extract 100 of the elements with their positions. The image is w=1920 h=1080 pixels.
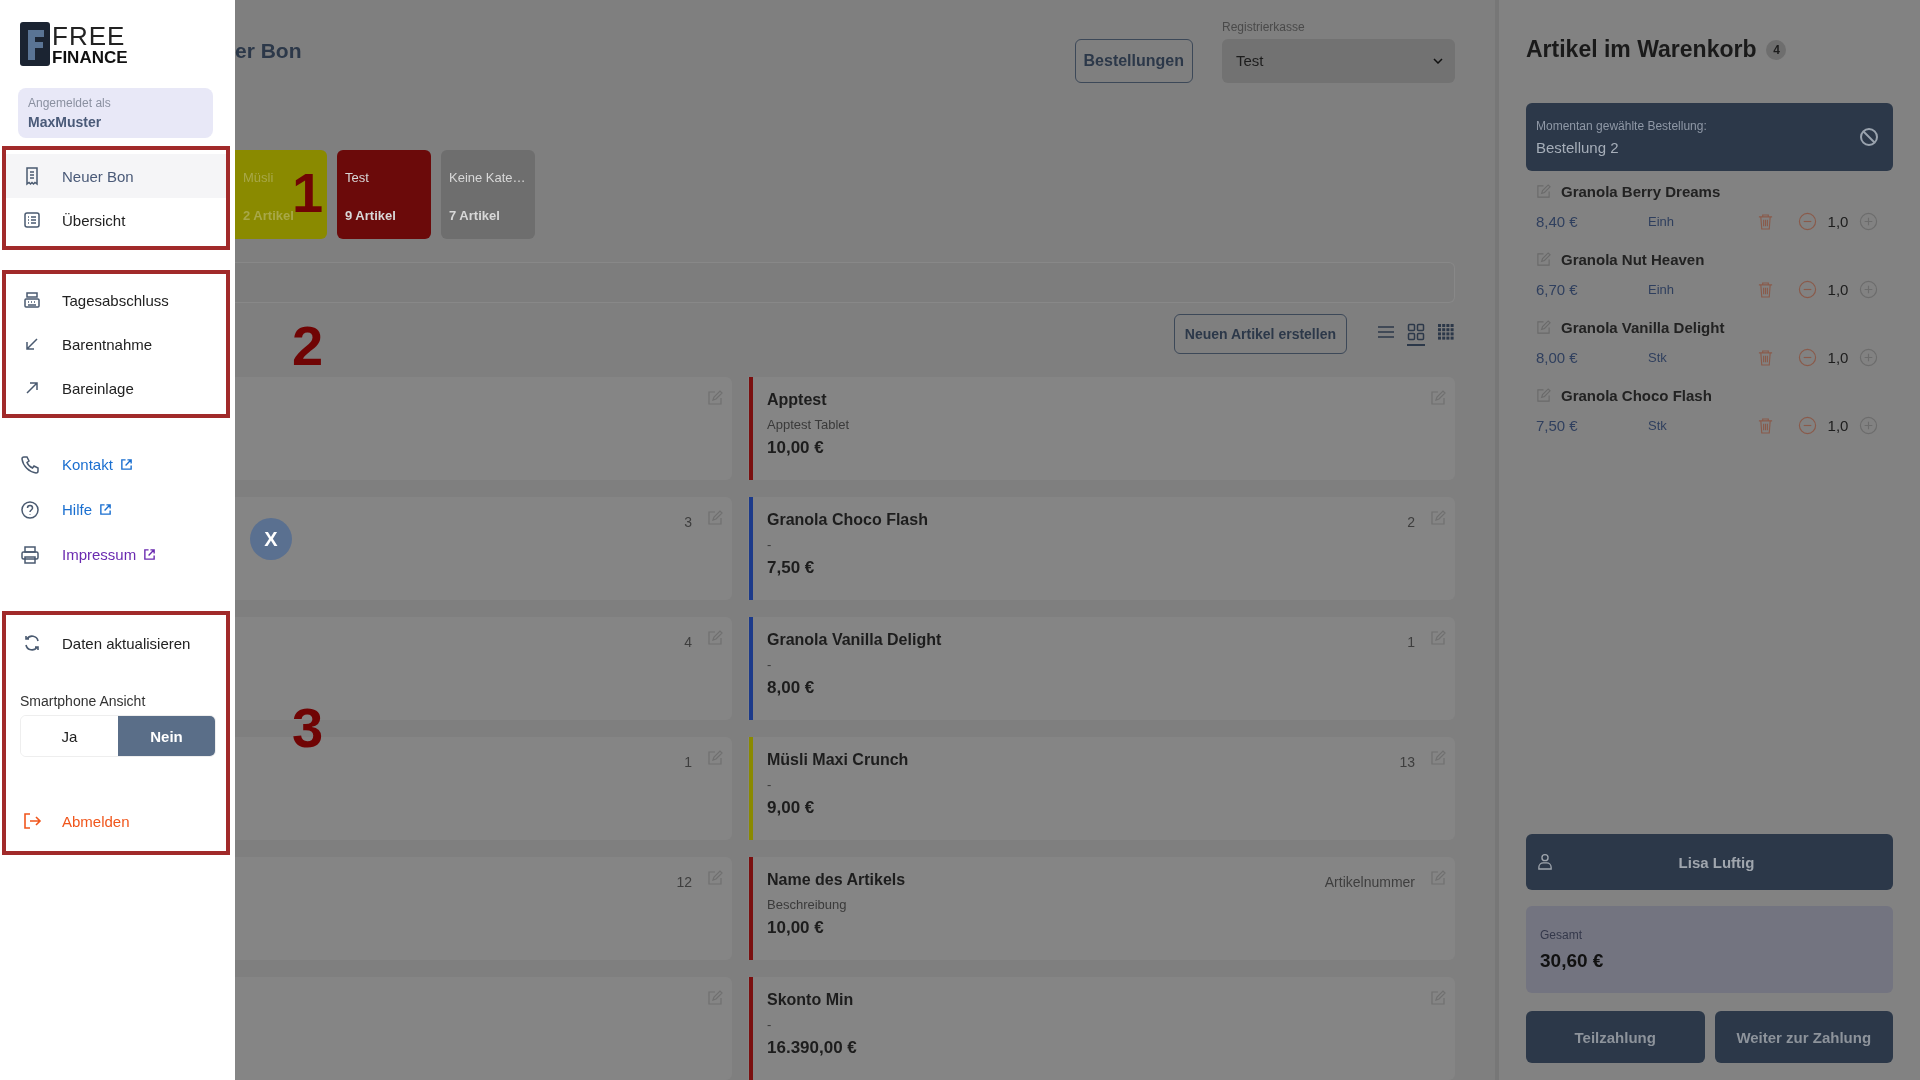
list-icon [22,210,42,230]
external-link[interactable]: Impressum [62,546,157,563]
edit-icon[interactable] [1536,252,1551,267]
cart-item-name: Granola Vanilla Delight [1561,319,1725,336]
nav-item[interactable]: Übersicht [6,198,226,242]
external-link-icon [119,458,133,471]
nav-item[interactable]: Barentnahme [6,322,226,366]
cart-item-unit: Stk [1648,350,1668,365]
count-badge: 4 [1766,39,1787,60]
search-field[interactable] [235,261,1455,303]
external-link-icon [143,548,157,561]
minus-icon[interactable] [1798,416,1817,435]
quantity: 1,0 [1826,417,1850,434]
edit-icon[interactable] [1536,184,1551,199]
cart-item-price: 6,70 € [1536,281,1579,298]
article-card[interactable]: 12 [235,857,732,960]
cart-item-name: Granola Nut Heaven [1561,251,1705,268]
printer-icon [20,544,40,565]
toggle-option[interactable]: Nein [118,716,215,756]
grid-view-icon[interactable] [1407,322,1425,346]
article-card[interactable]: Granola Choco Flash - 7,50 € 2 [748,497,1455,600]
total-amount: 30,60 € [1540,949,1605,972]
cart-item-price: 8,00 € [1536,349,1579,366]
article-card[interactable] [235,377,732,480]
order-name: Bestellung 2 [1536,138,1620,156]
cancel-icon[interactable] [1859,127,1879,147]
article-number: 1 [684,754,692,770]
chevron-down-icon [1433,57,1443,64]
article-name: Müsli Maxi Crunch [767,751,909,769]
article-number: 2 [1407,514,1415,530]
trash-icon[interactable] [1758,349,1773,366]
register-select[interactable]: Test [1222,38,1455,83]
article-description: Apptest Tablet [767,417,850,432]
edit-icon[interactable] [1536,320,1551,335]
logo-icon [20,22,50,66]
article-price: 9,00 € [767,798,816,818]
article-card[interactable]: Apptest Apptest Tablet 10,00 € [748,377,1455,480]
article-number: 1 [1407,634,1415,650]
external-link-icon [99,503,112,516]
article-description: - [767,1017,773,1032]
toggle-label: Smartphone Ansicht [20,693,147,709]
trash-icon[interactable] [1758,281,1773,298]
logout-button[interactable]: Abmelden [6,799,226,843]
article-price: 16.390,00 € [767,1038,857,1058]
cart-item-unit: Einh [1648,282,1676,297]
help-icon [20,499,40,520]
quantity: 1,0 [1826,213,1850,230]
quantity: 1,0 [1826,281,1850,298]
orders-button[interactable]: Bestellungen [1074,38,1193,83]
cart-item-price: 7,50 € [1536,417,1579,434]
article-card[interactable]: Skonto Min - 16.390,00 € [748,977,1455,1080]
annotation-number: 2 [292,318,324,374]
total-label: Gesamt [1540,927,1583,942]
article-price: 10,00 € [767,438,825,458]
external-link[interactable]: Hilfe [62,501,112,518]
category-tile[interactable]: Keine Kate… 7 Artikel [441,149,535,239]
quantity: 1,0 [1826,349,1850,366]
article-name: Skonto Min [767,991,855,1009]
trash-icon[interactable] [1758,417,1773,434]
phone-icon [20,454,40,475]
user-name: MaxMuster [28,114,103,130]
minus-icon[interactable] [1798,212,1817,231]
nav-item[interactable]: Tagesabschluss [6,278,226,322]
article-card[interactable]: Müsli Maxi Crunch - 9,00 € 13 [748,737,1455,840]
article-card[interactable]: Name des Artikels Beschreibung 10,00 € Artikelnummer [748,857,1455,960]
cart-item-price: 8,40 € [1536,213,1579,230]
cart-title: Artikel im Warenkorb [1526,36,1757,63]
article-number: 13 [1399,754,1415,770]
annotation-number: 1 [292,165,324,221]
minus-icon[interactable] [1798,348,1817,367]
nav-item[interactable]: Neuer Bon [6,154,226,198]
nav-item[interactable]: Bareinlage [6,366,226,410]
article-card[interactable]: Granola Vanilla Delight - 8,00 € 1 [748,617,1455,720]
payment-button[interactable]: Weiter zur Zahlung [1714,1011,1893,1063]
customer-button[interactable]: Lisa Luftig [1526,834,1893,890]
person-icon [1538,853,1552,871]
article-name: Apptest [767,391,828,409]
article-description: - [767,657,773,672]
payment-button[interactable]: Teilzahlung [1526,1011,1705,1063]
new-article-button[interactable]: Neuen Artikel erstellen [1173,314,1347,354]
article-price: 10,00 € [767,918,825,938]
category-tile[interactable]: Test 9 Artikel [337,149,431,239]
page-title: er Bon [235,39,302,64]
order-label: Momentan gewählte Bestellung: [1536,118,1707,133]
refresh-icon [22,633,42,653]
minus-icon[interactable] [1798,280,1817,299]
cart-item-name: Granola Berry Dreams [1561,183,1721,200]
refresh-button[interactable]: Daten aktualisieren [6,621,226,665]
article-name: Name des Artikels [767,871,906,889]
article-name: Granola Choco Flash [767,511,928,529]
cash-register-icon [22,290,42,310]
article-card[interactable] [235,977,732,1080]
logo-text: FREE [52,22,127,49]
trash-icon[interactable] [1758,213,1773,230]
external-link[interactable]: Kontakt [62,456,133,473]
article-price: 7,50 € [767,558,816,578]
article-description: - [767,537,773,552]
user-label: Angemeldet als [28,96,112,110]
edit-icon[interactable] [1536,388,1551,403]
article-number: 4 [684,634,692,650]
